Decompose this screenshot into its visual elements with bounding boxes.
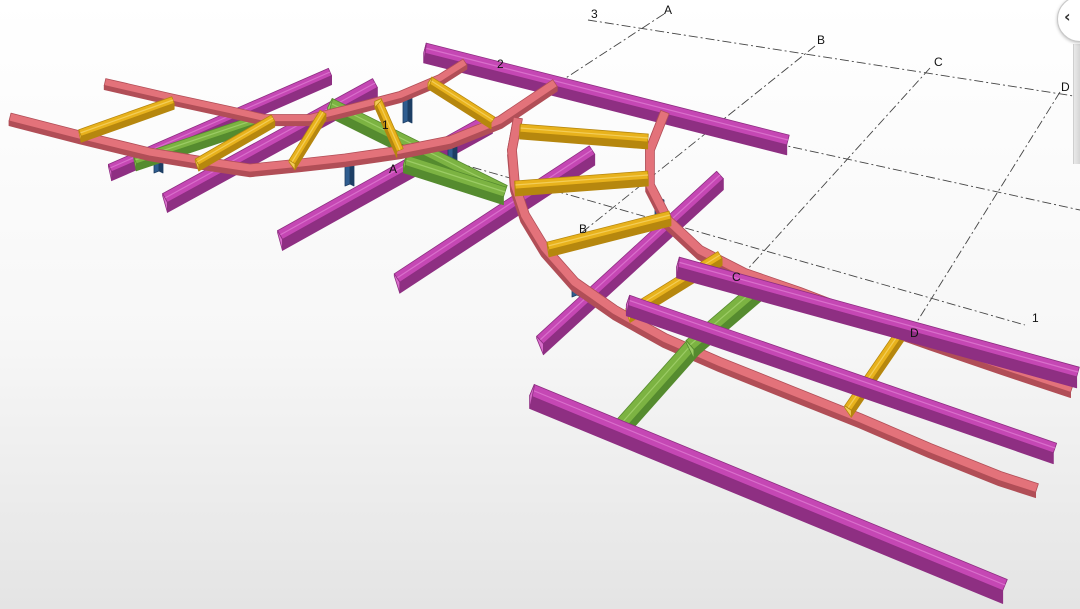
brace-7[interactable]	[514, 170, 649, 197]
brace-1[interactable]	[78, 96, 175, 143]
grid-label-2: 2	[497, 57, 504, 71]
primary-beam-7-side[interactable]	[625, 304, 1054, 465]
grid-line-a	[554, 13, 665, 86]
model-viewport[interactable]: 3 A B C D 2 1 1 A B C D	[0, 0, 1080, 609]
grid-label-c-bottom: C	[732, 270, 741, 284]
grid-line-c	[744, 67, 931, 273]
grid-label-a-top: A	[664, 3, 672, 17]
brace-1-side[interactable]	[80, 102, 175, 143]
grid-line-3	[587, 19, 1080, 98]
grid-label-1-right: 1	[1032, 311, 1039, 325]
structural-members[interactable]	[8, 42, 1080, 604]
grid-label-1-left: 1	[382, 118, 389, 132]
brace-5-side[interactable]	[427, 82, 492, 130]
grid-line-d	[914, 91, 1061, 326]
grid-label-d-top: D	[1061, 80, 1070, 94]
grid-line-2	[759, 139, 1080, 211]
side-panel-edge	[1073, 44, 1080, 164]
grid-label-3: 3	[591, 7, 598, 21]
brace-5[interactable]	[427, 76, 496, 130]
grid-label-a-bottom: A	[389, 162, 397, 176]
primary-beam-8-side[interactable]	[529, 395, 1004, 604]
grid-label-d-bottom: D	[910, 326, 919, 340]
green-beam-4-edge	[619, 334, 701, 426]
brace-6[interactable]	[519, 123, 649, 150]
grid-label-b-bottom: B	[579, 222, 587, 236]
grid-label-b-top: B	[817, 33, 825, 47]
chevron-left-icon: ‹	[1064, 7, 1071, 26]
brace-1-edge	[79, 99, 174, 134]
grid-label-c-top: C	[934, 55, 943, 69]
brace-5-edge	[429, 79, 494, 121]
